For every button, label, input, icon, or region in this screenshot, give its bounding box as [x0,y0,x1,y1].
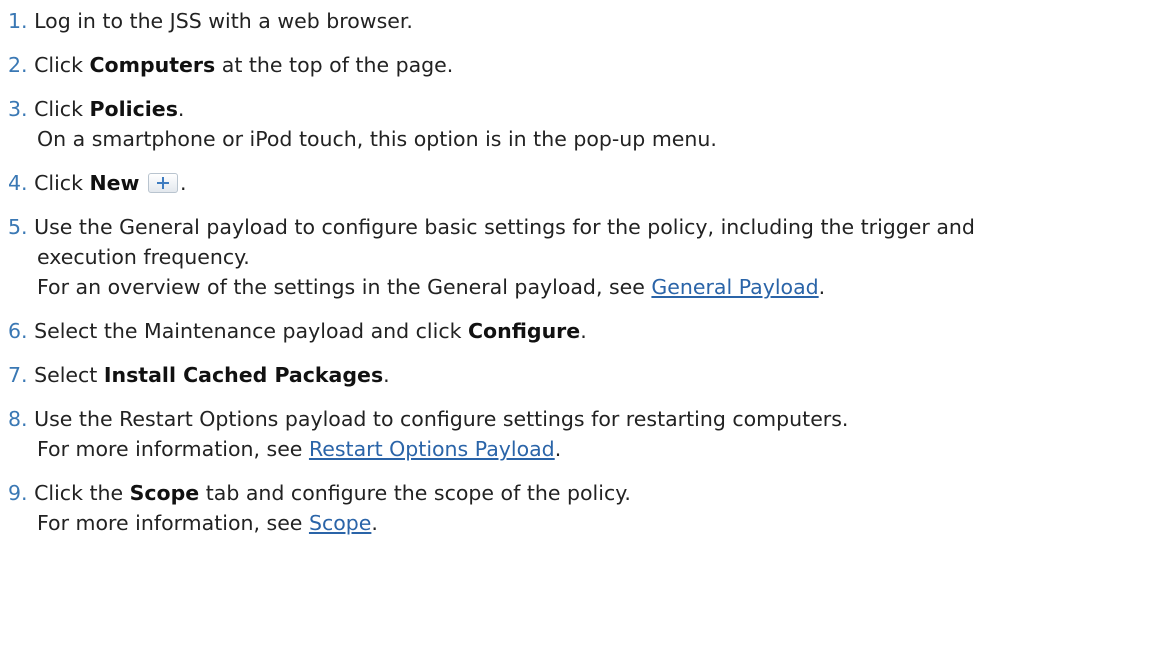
step-8: 8. Use the Restart Options payload to co… [8,404,1141,464]
step-3: 3. Click Policies. On a smartphone or iP… [8,94,1141,154]
ui-term-scope: Scope [129,481,200,505]
step-note: For an overview of the settings in the G… [8,272,1141,302]
step-number: 2. [8,53,28,77]
note-end: . [554,437,562,461]
ui-term-computers: Computers [89,53,216,77]
note-end: . [371,511,378,535]
general-payload-link[interactable]: General Payload [651,275,818,299]
step-4: 4. Click New . [8,168,1141,198]
step-text-post: . [383,363,390,387]
restart-options-payload-link[interactable]: Restart Options Payload [309,437,555,461]
note-text: For more information, see [37,511,309,535]
step-text-post: . [177,97,185,121]
step-text-pre: Click [34,171,90,195]
step-number: 7. [8,363,28,387]
step-text: Use the General payload to configure bas… [34,215,975,239]
step-text-post: . [180,171,187,195]
ui-term-configure: Configure [468,319,581,343]
step-text-pre: Click the [34,481,130,505]
step-5: 5. Use the General payload to configure … [8,212,1141,302]
scope-link[interactable]: Scope [309,511,371,535]
plus-icon [148,173,178,193]
step-text-post: at the top of the page. [215,53,454,77]
step-2: 2. Click Computers at the top of the pag… [8,50,1141,80]
step-9: 9. Click the Scope tab and configure the… [8,478,1141,538]
step-number: 6. [8,319,28,343]
step-number: 5. [8,215,28,239]
step-1: 1. Log in to the JSS with a web browser. [8,6,1141,36]
step-note: On a smartphone or iPod touch, this opti… [37,127,717,151]
step-text-pre: Select the Maintenance payload and click [34,319,468,343]
step-number: 3. [8,97,28,121]
step-text: Use the Restart Options payload to confi… [34,407,849,431]
step-text-post: . [580,319,587,343]
step-6: 6. Select the Maintenance payload and cl… [8,316,1141,346]
step-text-pre: Click [34,97,90,121]
step-text-post: tab and configure the scope of the polic… [199,481,631,505]
step-7: 7. Select Install Cached Packages. [8,360,1141,390]
step-text-pre: Click [34,53,90,77]
step-note: For more information, see Restart Option… [8,434,1141,464]
step-text-pre: Select [34,363,104,387]
ui-term-install-cached-packages: Install Cached Packages [103,363,384,387]
step-number: 4. [8,171,28,195]
step-number: 8. [8,407,28,431]
note-text: For more information, see [37,437,309,461]
ui-term-policies: Policies [89,97,178,121]
step-note: For more information, see Scope. [8,508,1141,538]
step-number: 1. [8,9,28,33]
step-text-continued: execution frequency. [37,245,250,269]
note-text: For an overview of the settings in the G… [37,275,652,299]
ui-term-new: New [89,171,140,195]
step-number: 9. [8,481,28,505]
note-end: . [818,275,826,299]
step-text: Log in to the JSS with a web browser. [34,9,413,33]
procedure-steps: 1. Log in to the JSS with a web browser.… [0,0,1149,653]
